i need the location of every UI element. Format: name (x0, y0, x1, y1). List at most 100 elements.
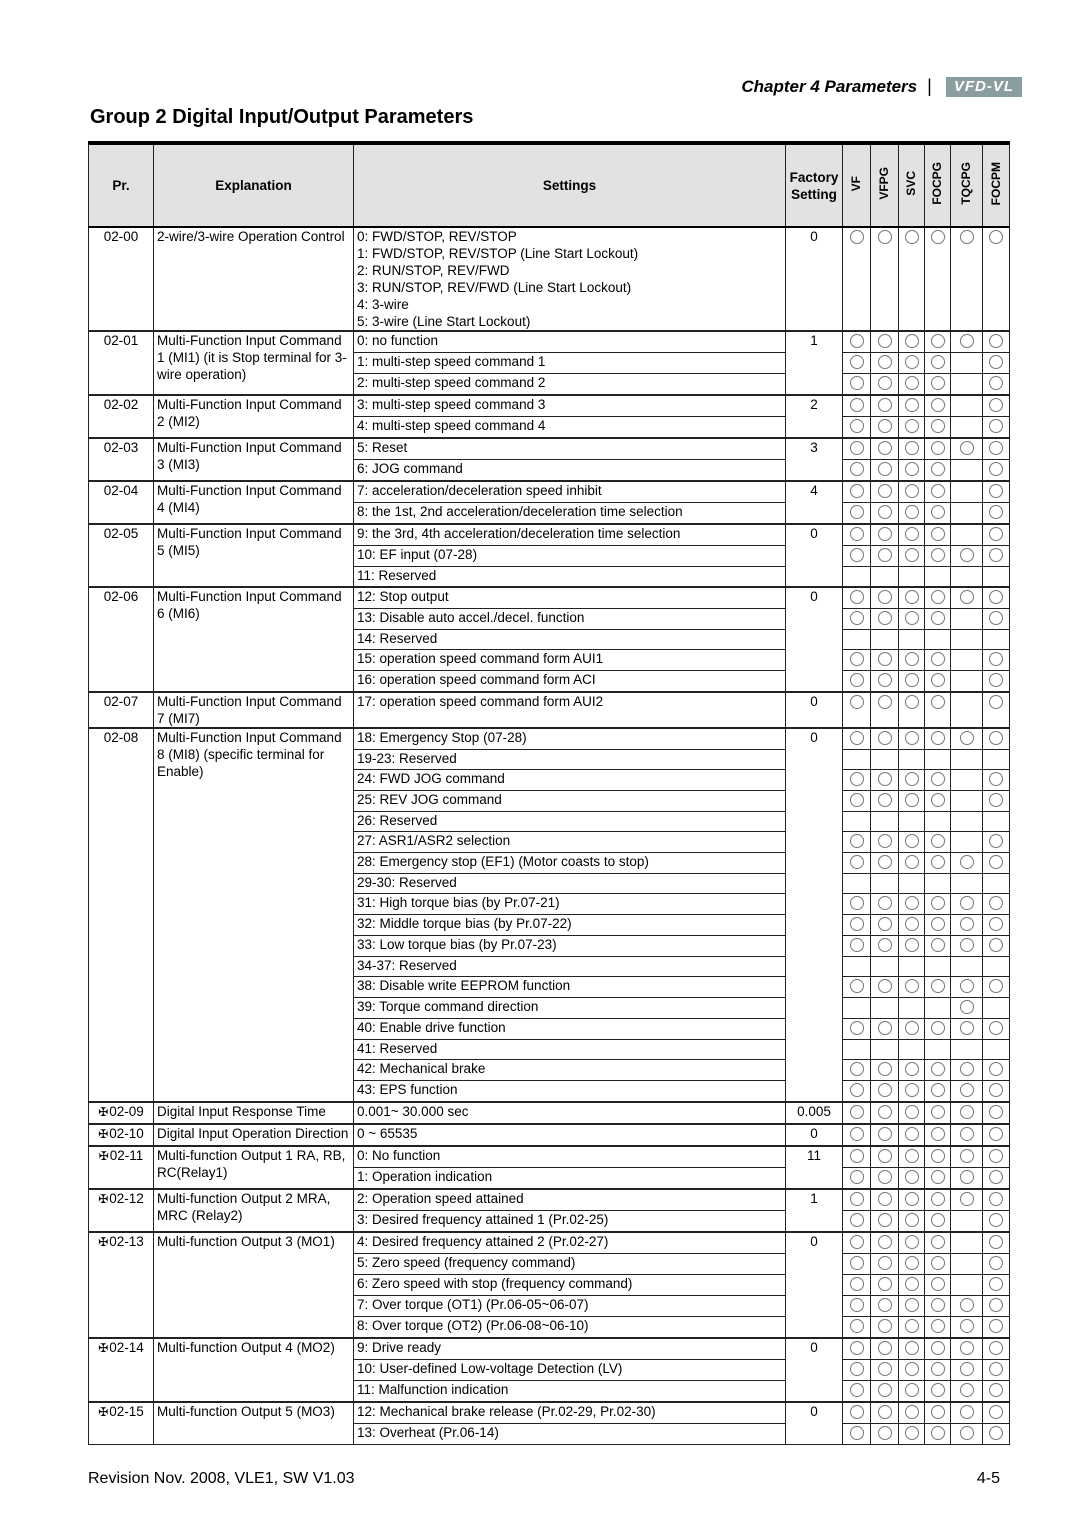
setting-cell: 42: Mechanical brake (353, 1058, 786, 1081)
mode-cell-svc (898, 830, 925, 853)
setting-cell: 43: EPS function (353, 1079, 786, 1102)
mode-cell-svc (898, 1038, 925, 1060)
mode-cell-focpg (924, 1038, 951, 1060)
parameter-explanation: Multi-Function Input Command 8 (MI8) (sp… (153, 726, 354, 1102)
supported-circle-icon (904, 1318, 919, 1333)
supported-circle-icon (989, 398, 1003, 412)
mode-cell-svc (898, 1122, 925, 1146)
mode-cell-vf (842, 480, 871, 503)
mode-cell-svc (898, 330, 925, 353)
factory-setting: 11 (785, 1144, 843, 1189)
parameter-explanation: Multi-Function Input Command 4 (MI4) (153, 480, 354, 525)
mode-cell-vf (842, 648, 871, 671)
parameter-explanation: Multi-function Output 3 (MO1) (153, 1230, 354, 1338)
mode-cell-tqcpg (950, 913, 983, 936)
mode-cell-focpg (924, 872, 951, 894)
mode-cell-focpm (982, 437, 1010, 460)
mode-cell-vf (842, 226, 871, 332)
supported-circle-icon (904, 589, 919, 604)
mode-cell-vf (842, 810, 871, 832)
mode-cell-svc (898, 1422, 925, 1445)
mode-cell-vfpg (870, 648, 899, 671)
mode-cell-svc (898, 810, 925, 832)
parameter-code-text: 02-13 (109, 1233, 144, 1249)
mode-cell-focpm (982, 690, 1010, 728)
factory-setting: 4 (785, 480, 843, 525)
mode-cell-svc (898, 1294, 925, 1317)
factory-setting: 0 (785, 1122, 843, 1146)
mode-cell-focpg (924, 1058, 951, 1081)
setting-option: 7: Over torque (OT1) (Pr.06-05~06-07) (357, 1296, 589, 1312)
supported-circle-icon (930, 651, 945, 666)
mode-cell-vf (842, 330, 871, 353)
mode-cell-focpm (982, 1079, 1010, 1102)
supported-circle-icon (930, 441, 945, 455)
mode-cell-focpg (924, 566, 951, 587)
mode-cell-svc (898, 892, 925, 915)
supported-circle-icon (930, 1061, 945, 1076)
setting-cell: 13: Disable auto accel./decel. function (353, 607, 786, 630)
editable-while-running-icon: ✠ (98, 1104, 109, 1119)
supported-circle-icon (930, 771, 945, 786)
mode-cell-vfpg (870, 585, 899, 609)
chapter-title: Chapter 4 Parameters (741, 76, 918, 96)
mode-cell-focpm (982, 480, 1010, 503)
mode-cell-focpg (924, 1379, 951, 1402)
mode-cell-tqcpg (950, 1400, 983, 1424)
mode-cell-tqcpg (950, 1379, 983, 1402)
supported-circle-icon (904, 895, 919, 910)
supported-circle-icon (959, 1082, 974, 1097)
supported-circle-icon (904, 651, 919, 666)
factory-setting: 0.005 (785, 1100, 843, 1124)
supported-circle-icon (930, 610, 945, 625)
mode-cell-tqcpg (950, 352, 983, 374)
supported-circle-icon (930, 792, 945, 807)
mode-cell-focpm (982, 628, 1010, 650)
mode-cell-svc (898, 1358, 925, 1381)
mode-cell-tqcpg (950, 1166, 983, 1189)
supported-circle-icon (904, 792, 919, 807)
mode-cell-svc (898, 669, 925, 692)
supported-circle-icon (959, 1318, 974, 1333)
supported-circle-icon (959, 1191, 974, 1206)
supported-circle-icon (904, 230, 919, 244)
factory-setting: 0 (785, 1230, 843, 1338)
table-row: ✠02-15 Multi-function Output 5 (MO3) 12: M… (88, 1400, 1010, 1445)
mode-cell-svc (898, 851, 925, 874)
mode-cell-vf (842, 437, 871, 460)
setting-option: 6: Zero speed with stop (frequency comma… (357, 1275, 633, 1291)
mode-cell-focpg (924, 726, 951, 750)
supported-circle-icon (849, 1382, 864, 1397)
mode-cell-vfpg (870, 373, 899, 396)
mode-cell-vf (842, 352, 871, 374)
factory-setting: 1 (785, 1187, 843, 1232)
supported-circle-icon (930, 916, 945, 931)
table-row: 02-02 Multi-Function Input Command 2 (MI2… (88, 394, 1010, 439)
mode-cell-vf (842, 1038, 871, 1060)
supported-circle-icon (930, 1318, 945, 1333)
mode-cell-focpm (982, 394, 1010, 417)
setting-cell: 18: Emergency Stop (07-28) (353, 726, 786, 750)
mode-cell-focpg (924, 1315, 951, 1338)
supported-circle-icon (849, 937, 864, 952)
supported-circle-icon (959, 1361, 974, 1376)
setting-option: 12: Stop output (357, 588, 449, 604)
mode-cell-vfpg (870, 955, 899, 977)
supported-circle-icon (989, 1382, 1003, 1397)
supported-circle-icon (849, 419, 864, 433)
mode-cell-vf (842, 1122, 871, 1146)
supported-circle-icon (989, 527, 1003, 541)
mode-cell-svc (898, 352, 925, 374)
supported-circle-icon (877, 462, 892, 476)
mode-cell-vf (842, 1315, 871, 1338)
mode-cell-svc (898, 1230, 925, 1254)
setting-option: 18: Emergency Stop (07-28) (357, 729, 527, 745)
supported-circle-icon (989, 1212, 1003, 1227)
supported-circle-icon (959, 895, 974, 910)
parameter-code-text: 02-07 (103, 693, 139, 709)
supported-circle-icon (959, 1340, 974, 1355)
table-row: 02-06 Multi-Function Input Command 6 (MI6… (88, 585, 1010, 692)
mode-cell-vf (842, 913, 871, 936)
supported-circle-icon (989, 895, 1003, 910)
supported-circle-icon (989, 730, 1003, 745)
